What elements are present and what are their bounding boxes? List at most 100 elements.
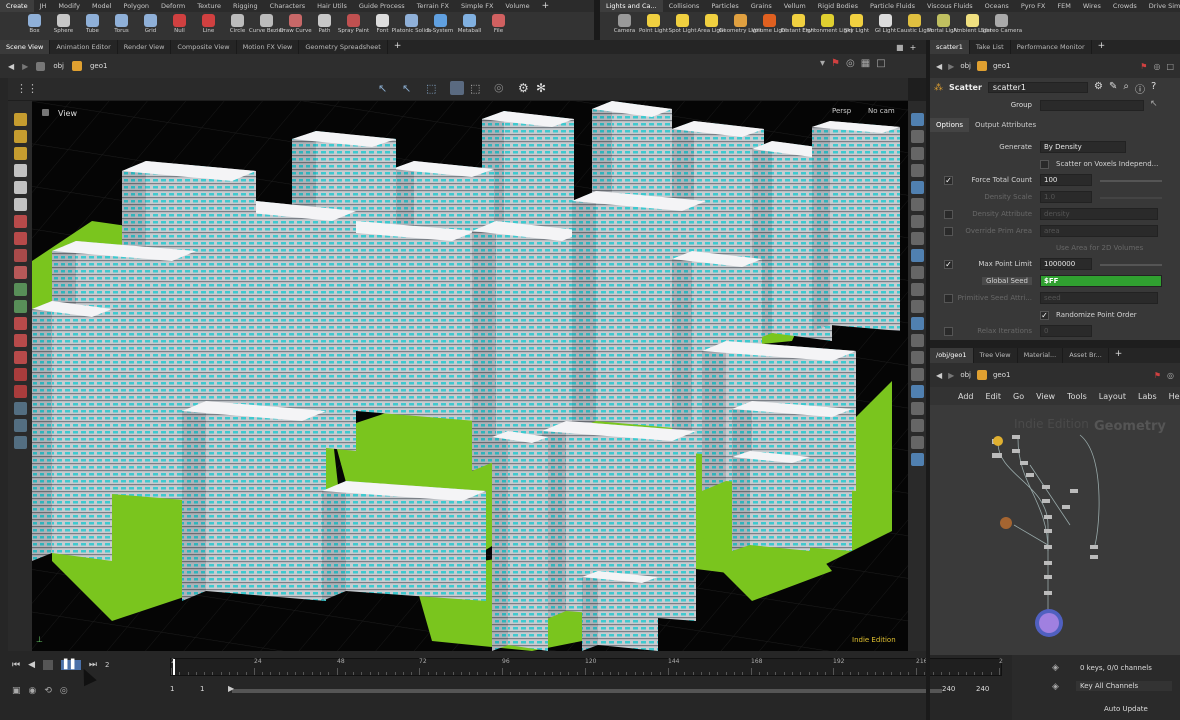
tool-ambient-light[interactable]: Ambient Light [953, 12, 992, 40]
tool-portal-light[interactable]: Portal Light [928, 12, 959, 40]
shelf-tab-texture[interactable]: Texture [191, 0, 227, 12]
smooth-icon[interactable] [910, 147, 924, 160]
horizontal-splitter[interactable] [930, 340, 1180, 348]
net-path-node[interactable]: geo1 [993, 371, 1011, 379]
magnet-icon[interactable] [13, 368, 27, 381]
shelf-tab-particles[interactable]: Particles [705, 0, 744, 12]
pane-menu-icon[interactable]: ■ [896, 43, 904, 52]
light-bulb-icon[interactable] [910, 215, 924, 228]
net-link-icon[interactable]: ◎ [1167, 371, 1174, 380]
tab-output-attributes[interactable]: Output Attributes [969, 118, 1042, 132]
tool-point-light[interactable]: Point Light [639, 12, 668, 40]
tool-sky-light[interactable]: Sky Light [842, 12, 871, 40]
tool-spot-light[interactable]: Spot Light [668, 12, 697, 40]
param-checkbox[interactable] [944, 327, 953, 336]
node-wrench-icon[interactable]: ✎ [1109, 81, 1117, 96]
audio-icon[interactable]: ◉ [29, 686, 37, 696]
select-edges-icon[interactable]: ⬚ [426, 82, 436, 95]
group-field[interactable] [1040, 100, 1144, 111]
grid-menu-icon[interactable]: ⋮⋮ [16, 82, 38, 95]
secure-selection-icon[interactable]: ◎ [494, 81, 504, 94]
loop-icon[interactable]: ⟲ [44, 686, 52, 696]
grid-toggle-icon[interactable] [910, 249, 924, 262]
tool-curve-bezier[interactable]: Curve Bezier [249, 12, 284, 40]
paint-icon[interactable] [13, 232, 27, 245]
layout-icon[interactable]: ▦ [861, 58, 870, 69]
tool-file[interactable]: File [484, 12, 513, 40]
display-icon[interactable] [13, 419, 27, 432]
tool-torus[interactable]: Torus [107, 12, 136, 40]
texture-icon[interactable] [910, 164, 924, 177]
tool-null[interactable]: Null [165, 12, 194, 40]
tool-platonic-solids[interactable]: Platonic Solids [392, 12, 431, 40]
pin-icon[interactable]: ▾ [820, 58, 825, 69]
param-slider[interactable] [1100, 264, 1162, 266]
tool-caustic-light[interactable]: Caustic Light [897, 12, 932, 40]
shelf-tab-drive-simulati[interactable]: Drive Simulati... [1143, 0, 1180, 12]
shelf-tab-characters[interactable]: Characters [264, 0, 311, 12]
forward-arrow-icon[interactable]: ▶ [22, 62, 28, 71]
network-editor[interactable]: Indie Edition Geometry [930, 405, 1180, 655]
param-link-icon[interactable]: ◎ [1153, 62, 1160, 71]
layout-2-icon[interactable] [910, 436, 924, 449]
shelf-tab-create[interactable]: Create [0, 0, 34, 12]
bbox-icon[interactable] [910, 368, 924, 381]
move-icon[interactable] [13, 283, 27, 296]
snap-grid-icon[interactable] [13, 334, 27, 347]
param-field[interactable]: 0 [1040, 325, 1092, 337]
param-pane-add-tab-icon[interactable]: + [1092, 40, 1112, 54]
shelf-tab-lights-and-ca[interactable]: Lights and Ca... [600, 0, 663, 12]
play-icon[interactable]: ▌▌ [61, 660, 81, 670]
lock-icon[interactable] [13, 198, 27, 211]
param-flag-icon[interactable]: ⚑ [1140, 62, 1147, 71]
net-menu-layout[interactable]: Layout [1099, 392, 1126, 401]
node-info-icon[interactable]: ⓘ [1135, 81, 1145, 96]
tool-font[interactable]: Font [368, 12, 397, 40]
node-help-icon[interactable]: ? [1151, 81, 1156, 96]
tool-tube[interactable]: Tube [78, 12, 107, 40]
flag-icon[interactable]: ⚑ [831, 58, 840, 69]
param-field[interactable]: $FF [1040, 275, 1162, 287]
range-handle-start-icon[interactable]: ▶ [228, 684, 234, 693]
pane-add-icon[interactable]: + [910, 43, 917, 52]
pane-add-tab-icon[interactable]: + [388, 40, 408, 54]
param-checkbox[interactable]: ✓ [944, 176, 953, 185]
view-icon[interactable] [13, 113, 27, 126]
net-back-icon[interactable]: ◀ [936, 371, 942, 380]
visual-icon[interactable] [910, 385, 924, 398]
shelf-tab-guide-process[interactable]: Guide Process [353, 0, 411, 12]
timeline-ruler[interactable]: 2244872961201441681922162 [170, 658, 1003, 676]
persp-menu[interactable]: Persp [832, 107, 851, 115]
shaded-icon[interactable] [910, 130, 924, 143]
wireframe-icon[interactable] [910, 113, 924, 126]
timeline-current-marker[interactable] [173, 659, 175, 675]
tool-draw-curve[interactable]: Draw Curve [279, 12, 312, 40]
range-start-2[interactable]: 1 [200, 685, 204, 693]
realtime-toggle-icon[interactable]: ▣ [12, 686, 21, 696]
uv-icon[interactable] [910, 317, 924, 330]
tool-gi-light[interactable]: GI Light [871, 12, 900, 40]
select-icon[interactable] [13, 164, 27, 177]
prim-icon[interactable] [910, 351, 924, 364]
param-field[interactable]: 1000000 [1040, 258, 1092, 270]
tool-camera[interactable]: Camera [610, 12, 639, 40]
net-menu-tools[interactable]: Tools [1067, 392, 1087, 401]
handle-icon[interactable] [13, 130, 27, 143]
shelf-tab-oceans[interactable]: Oceans [979, 0, 1015, 12]
shelf-tab-collisions[interactable]: Collisions [663, 0, 706, 12]
snap-icon[interactable]: ✻ [536, 81, 546, 95]
info-icon[interactable] [910, 419, 924, 432]
node-search-icon[interactable]: ⌕ [1123, 81, 1129, 96]
tool-sphere[interactable]: Sphere [49, 12, 78, 40]
camera-view-icon[interactable] [13, 402, 27, 415]
tab-performance-monitor[interactable]: Performance Monitor [1011, 40, 1092, 54]
edge-icon[interactable] [910, 334, 924, 347]
tab-asset-br[interactable]: Asset Br... [1063, 348, 1109, 363]
tab-tree-view[interactable]: Tree View [974, 348, 1018, 363]
tab-render-view[interactable]: Render View [118, 40, 172, 54]
select-points-icon[interactable]: ↖ [402, 82, 411, 95]
shelf-tab-volume[interactable]: Volume [499, 0, 535, 12]
shelf-tab-terrain-fx[interactable]: Terrain FX [411, 0, 455, 12]
tool-geometry-light[interactable]: Geometry Light [719, 12, 762, 40]
3d-viewport[interactable]: View Persp No cam Indie Edition ⊥ [32, 101, 908, 651]
